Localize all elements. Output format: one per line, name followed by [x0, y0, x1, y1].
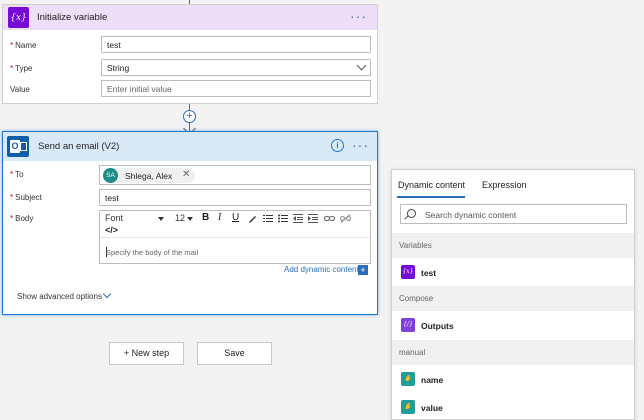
caret-down-icon	[187, 217, 193, 221]
required-marker: *	[10, 41, 14, 50]
body-label-text: Body	[15, 214, 34, 223]
body-placeholder: Specify the body of the mail	[106, 248, 199, 257]
search-dynamic-content-input[interactable]: Search dynamic content	[400, 204, 627, 224]
card-header[interactable]: O Send an email (V2) i ···	[3, 132, 377, 161]
card-title: Initialize variable	[37, 12, 108, 23]
rich-text-toolbar: Font 12 B I U </>	[100, 211, 370, 236]
list-item[interactable]: ✋ value	[392, 394, 634, 419]
value-label: Value	[10, 85, 30, 94]
section-compose: Compose	[392, 286, 634, 311]
toolbar-divider	[100, 237, 370, 238]
type-dropdown[interactable]: String	[101, 59, 371, 76]
send-email-card: O Send an email (V2) i ··· * To SA Shlega…	[2, 131, 378, 315]
pen-icon[interactable]	[248, 214, 257, 223]
decrease-indent-icon[interactable]	[293, 214, 303, 223]
save-button[interactable]: Save	[197, 342, 272, 365]
required-marker: *	[10, 214, 14, 223]
body-label: * Body	[10, 214, 33, 223]
required-marker: *	[10, 193, 14, 202]
chevron-down-icon	[102, 289, 112, 299]
info-icon[interactable]: i	[331, 139, 344, 152]
numbered-list-icon[interactable]	[263, 214, 273, 223]
increase-indent-icon[interactable]	[308, 214, 318, 223]
body-editor[interactable]: Font 12 B I U </> Specify the body of th…	[99, 210, 371, 264]
dynamic-content-panel: Dynamic content Expression Search dynami…	[391, 169, 635, 420]
to-label: * To	[10, 170, 24, 179]
list-item[interactable]: ✋ name	[392, 366, 634, 392]
item-label: value	[421, 403, 443, 413]
section-title: manual	[399, 348, 426, 357]
manual-trigger-icon: ✋	[401, 372, 415, 386]
subject-value: test	[105, 193, 119, 203]
search-placeholder: Search dynamic content	[425, 210, 517, 220]
font-dropdown[interactable]: Font	[105, 213, 123, 223]
bold-icon[interactable]: B	[202, 212, 209, 223]
show-advanced-options-link[interactable]: Show advanced options	[17, 292, 102, 301]
name-value: test	[107, 40, 121, 50]
card-header[interactable]: {x} Initialize variable ···	[3, 5, 377, 30]
item-label: name	[421, 375, 444, 385]
to-label-text: To	[15, 170, 24, 179]
bullet-list-icon[interactable]	[278, 214, 288, 223]
remove-recipient-icon[interactable]: ✕	[182, 169, 190, 180]
subject-label: * Subject	[10, 193, 42, 202]
name-label-text: Name	[15, 41, 37, 50]
add-dynamic-content-icon[interactable]: +	[358, 265, 368, 275]
variable-icon: {x}	[401, 265, 415, 279]
active-tab-indicator	[397, 196, 465, 198]
chevron-down-icon	[356, 60, 367, 71]
section-title: Compose	[399, 294, 434, 303]
more-options-icon[interactable]: ···	[350, 8, 367, 24]
list-item[interactable]: {/} Outputs	[392, 312, 634, 338]
search-icon	[407, 209, 416, 218]
list-item[interactable]: {x} test	[392, 259, 634, 285]
add-dynamic-content-link[interactable]: Add dynamic content	[284, 265, 359, 274]
name-field[interactable]: test	[101, 36, 371, 53]
type-label-text: Type	[15, 64, 33, 73]
variable-icon: {x}	[8, 7, 29, 28]
unlink-icon[interactable]	[340, 214, 351, 223]
subject-field[interactable]: test	[99, 189, 371, 206]
italic-icon[interactable]: I	[218, 212, 221, 223]
value-placeholder: Enter initial value	[107, 84, 172, 94]
section-manual: manual	[392, 340, 634, 365]
avatar: SA	[103, 168, 118, 183]
to-field[interactable]: SA Shlega, Alex ✕	[99, 165, 371, 185]
new-step-button[interactable]: + New step	[109, 342, 184, 365]
type-label: * Type	[10, 64, 32, 73]
type-value: String	[107, 63, 130, 73]
caret-down-icon	[158, 217, 164, 221]
recipient-chip[interactable]: SA Shlega, Alex ✕	[103, 168, 195, 183]
name-label: * Name	[10, 41, 36, 50]
outlook-icon: O	[7, 136, 29, 157]
item-label: Outputs	[421, 321, 454, 331]
font-size-dropdown[interactable]: 12	[175, 213, 185, 223]
tab-expression[interactable]: Expression	[482, 180, 527, 190]
compose-icon: {/}	[401, 318, 415, 332]
section-title: Variables	[399, 241, 432, 250]
more-options-icon[interactable]: ···	[352, 137, 369, 153]
section-variables: Variables	[392, 233, 634, 258]
item-label: test	[421, 268, 437, 278]
link-icon[interactable]	[324, 214, 335, 223]
required-marker: *	[10, 170, 14, 179]
underline-icon[interactable]: U	[232, 212, 239, 223]
recipient-name: Shlega, Alex	[125, 171, 173, 181]
tab-dynamic-content[interactable]: Dynamic content	[398, 180, 465, 190]
initialize-variable-card: {x} Initialize variable ··· * Name test *…	[2, 4, 378, 104]
subject-label-text: Subject	[15, 193, 42, 202]
insert-step-plus-icon[interactable]: +	[183, 110, 196, 123]
value-field[interactable]: Enter initial value	[101, 80, 371, 97]
required-marker: *	[10, 64, 14, 73]
card-title: Send an email (V2)	[38, 141, 120, 152]
manual-trigger-icon: ✋	[401, 400, 415, 414]
code-view-icon[interactable]: </>	[105, 225, 118, 235]
